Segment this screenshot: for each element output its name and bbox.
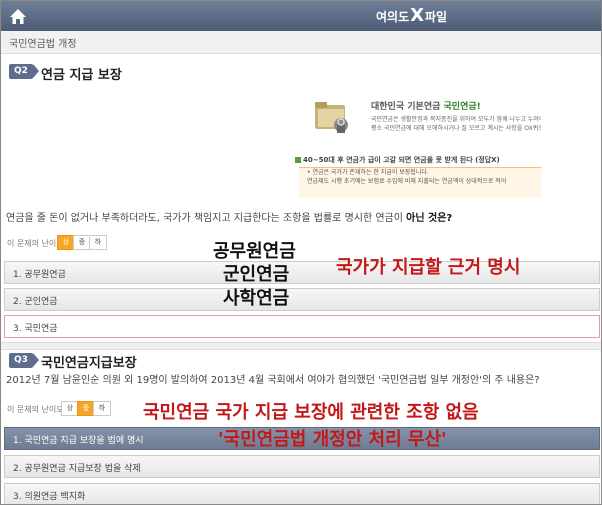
option-label: 2. 공무원연금 지급보장 법을 삭제 (13, 464, 141, 474)
q2-option-3[interactable]: 3. 국민연금 (4, 315, 600, 338)
q3-option-3[interactable]: 3. 의원연금 백지화 (4, 483, 600, 504)
brand-x-mark: X (410, 5, 425, 26)
home-icon[interactable] (7, 6, 29, 26)
option-label: 2. 군인연금 (13, 297, 58, 307)
breadcrumb: 국민연금법 개정 (1, 31, 601, 54)
overlay-state-basis: 국가가 지급할 근거 명시 (336, 257, 521, 278)
option-label: 3. 의원연금 백지화 (13, 492, 86, 502)
q3-question: 2012년 7월 남윤인순 의원 외 19명이 발의하여 2013년 4월 국회… (6, 375, 540, 386)
q2-title: 연금 지급 보장 (41, 68, 122, 83)
option-label: 1. 국민연금 지급 보장을 법에 명시 (13, 436, 144, 446)
banner-title-prefix: 대한민국 기본연금 (371, 102, 441, 112)
q2-info-banner: 대한민국 기본연금 국민연금! 국민연금은 생활안정과 복지증진을 위하여 모두… (293, 89, 541, 201)
brand-right: 파일 (425, 10, 448, 24)
q2-question: 연금을 줄 돈이 없거나 부족하더라도, 국가가 책임지고 지급한다는 조항을 … (6, 209, 452, 224)
bullet-square-icon (295, 157, 301, 163)
option-label: 3. 국민연금 (13, 324, 58, 334)
banner-subheading-text: 40~50대 후 연금가 급이 고갈 되면 연금을 못 받게 된다 (정답X) (303, 156, 500, 164)
overlay-pension-3: 사학연금 (223, 288, 290, 309)
banner-text-line: 국민연금은 생활안정과 복지증진을 위하여 모두가 함께 나누고 누려야 (371, 116, 541, 123)
top-bar: 여의도X파일 (1, 1, 601, 31)
q3-option-2[interactable]: 2. 공무원연금 지급보장 법을 삭제 (4, 455, 600, 478)
q2-option-2[interactable]: 2. 군인연금 (4, 288, 600, 311)
overlay-pension-2: 군인연금 (223, 264, 290, 285)
question-separator (1, 342, 601, 350)
q3-difficulty-label: 이 문제의 난이도 (7, 405, 64, 414)
banner-note-line: 연금제도 시행 초기에는 보험료 수입에 비해 지출되는 연금액이 상대적으로 … (307, 178, 507, 185)
banner-subheading: 40~50대 후 연금가 급이 고갈 되면 연금을 못 받게 된다 (정답X) (295, 155, 500, 165)
overlay-scrapped: '국민연금법 개정안 처리 무산' (218, 429, 447, 450)
q2-question-emphasis: 아닌 것은? (406, 213, 453, 224)
banner-description: 국민연금은 생활안정과 복지증진을 위하여 모두가 함께 나누고 누려야 평소 … (371, 115, 541, 133)
banner-text-line: 평소 국민연금에 대해 오해하시거나 잘 모르고 계시는 사항을 OX퀴즈 (371, 125, 541, 132)
banner-title-emphasis: 국민연금! (443, 102, 481, 112)
q3-title: 국민연금지급보장 (41, 356, 137, 371)
q2-question-text: 연금을 줄 돈이 없거나 부족하더라도, 국가가 책임지고 지급한다는 조항을 … (6, 213, 403, 224)
breadcrumb-title: 국민연금법 개정 (9, 39, 77, 50)
q3-difficulty-low[interactable]: 하 (93, 401, 111, 416)
q2-difficulty-label: 이 문제의 난이도 (7, 239, 64, 248)
q2-difficulty-low[interactable]: 하 (89, 235, 107, 250)
banner-title: 대한민국 기본연금 국민연금! (371, 99, 481, 112)
q2-badge: Q2 (9, 64, 39, 79)
banner-note-line: • 연금은 국가가 존재하는 한 지급이 보장됩니다. (307, 169, 429, 176)
app-frame: 여의도X파일 국민연금법 개정 Q2 연금 지급 보장 대한민국 기본연금 국민… (0, 0, 602, 505)
folder-lock-icon (313, 97, 353, 137)
overlay-no-clause: 국민연금 국가 지급 보장에 관련한 조항 없음 (143, 402, 479, 423)
brand-left: 여의도 (376, 10, 410, 24)
option-label: 1. 공무원연금 (13, 270, 66, 280)
q3-badge: Q3 (9, 353, 39, 368)
banner-note-box: • 연금은 국가가 존재하는 한 지급이 보장됩니다. 연금제도 시행 초기에는… (299, 167, 541, 198)
brand-logo: 여의도X파일 (376, 1, 447, 31)
